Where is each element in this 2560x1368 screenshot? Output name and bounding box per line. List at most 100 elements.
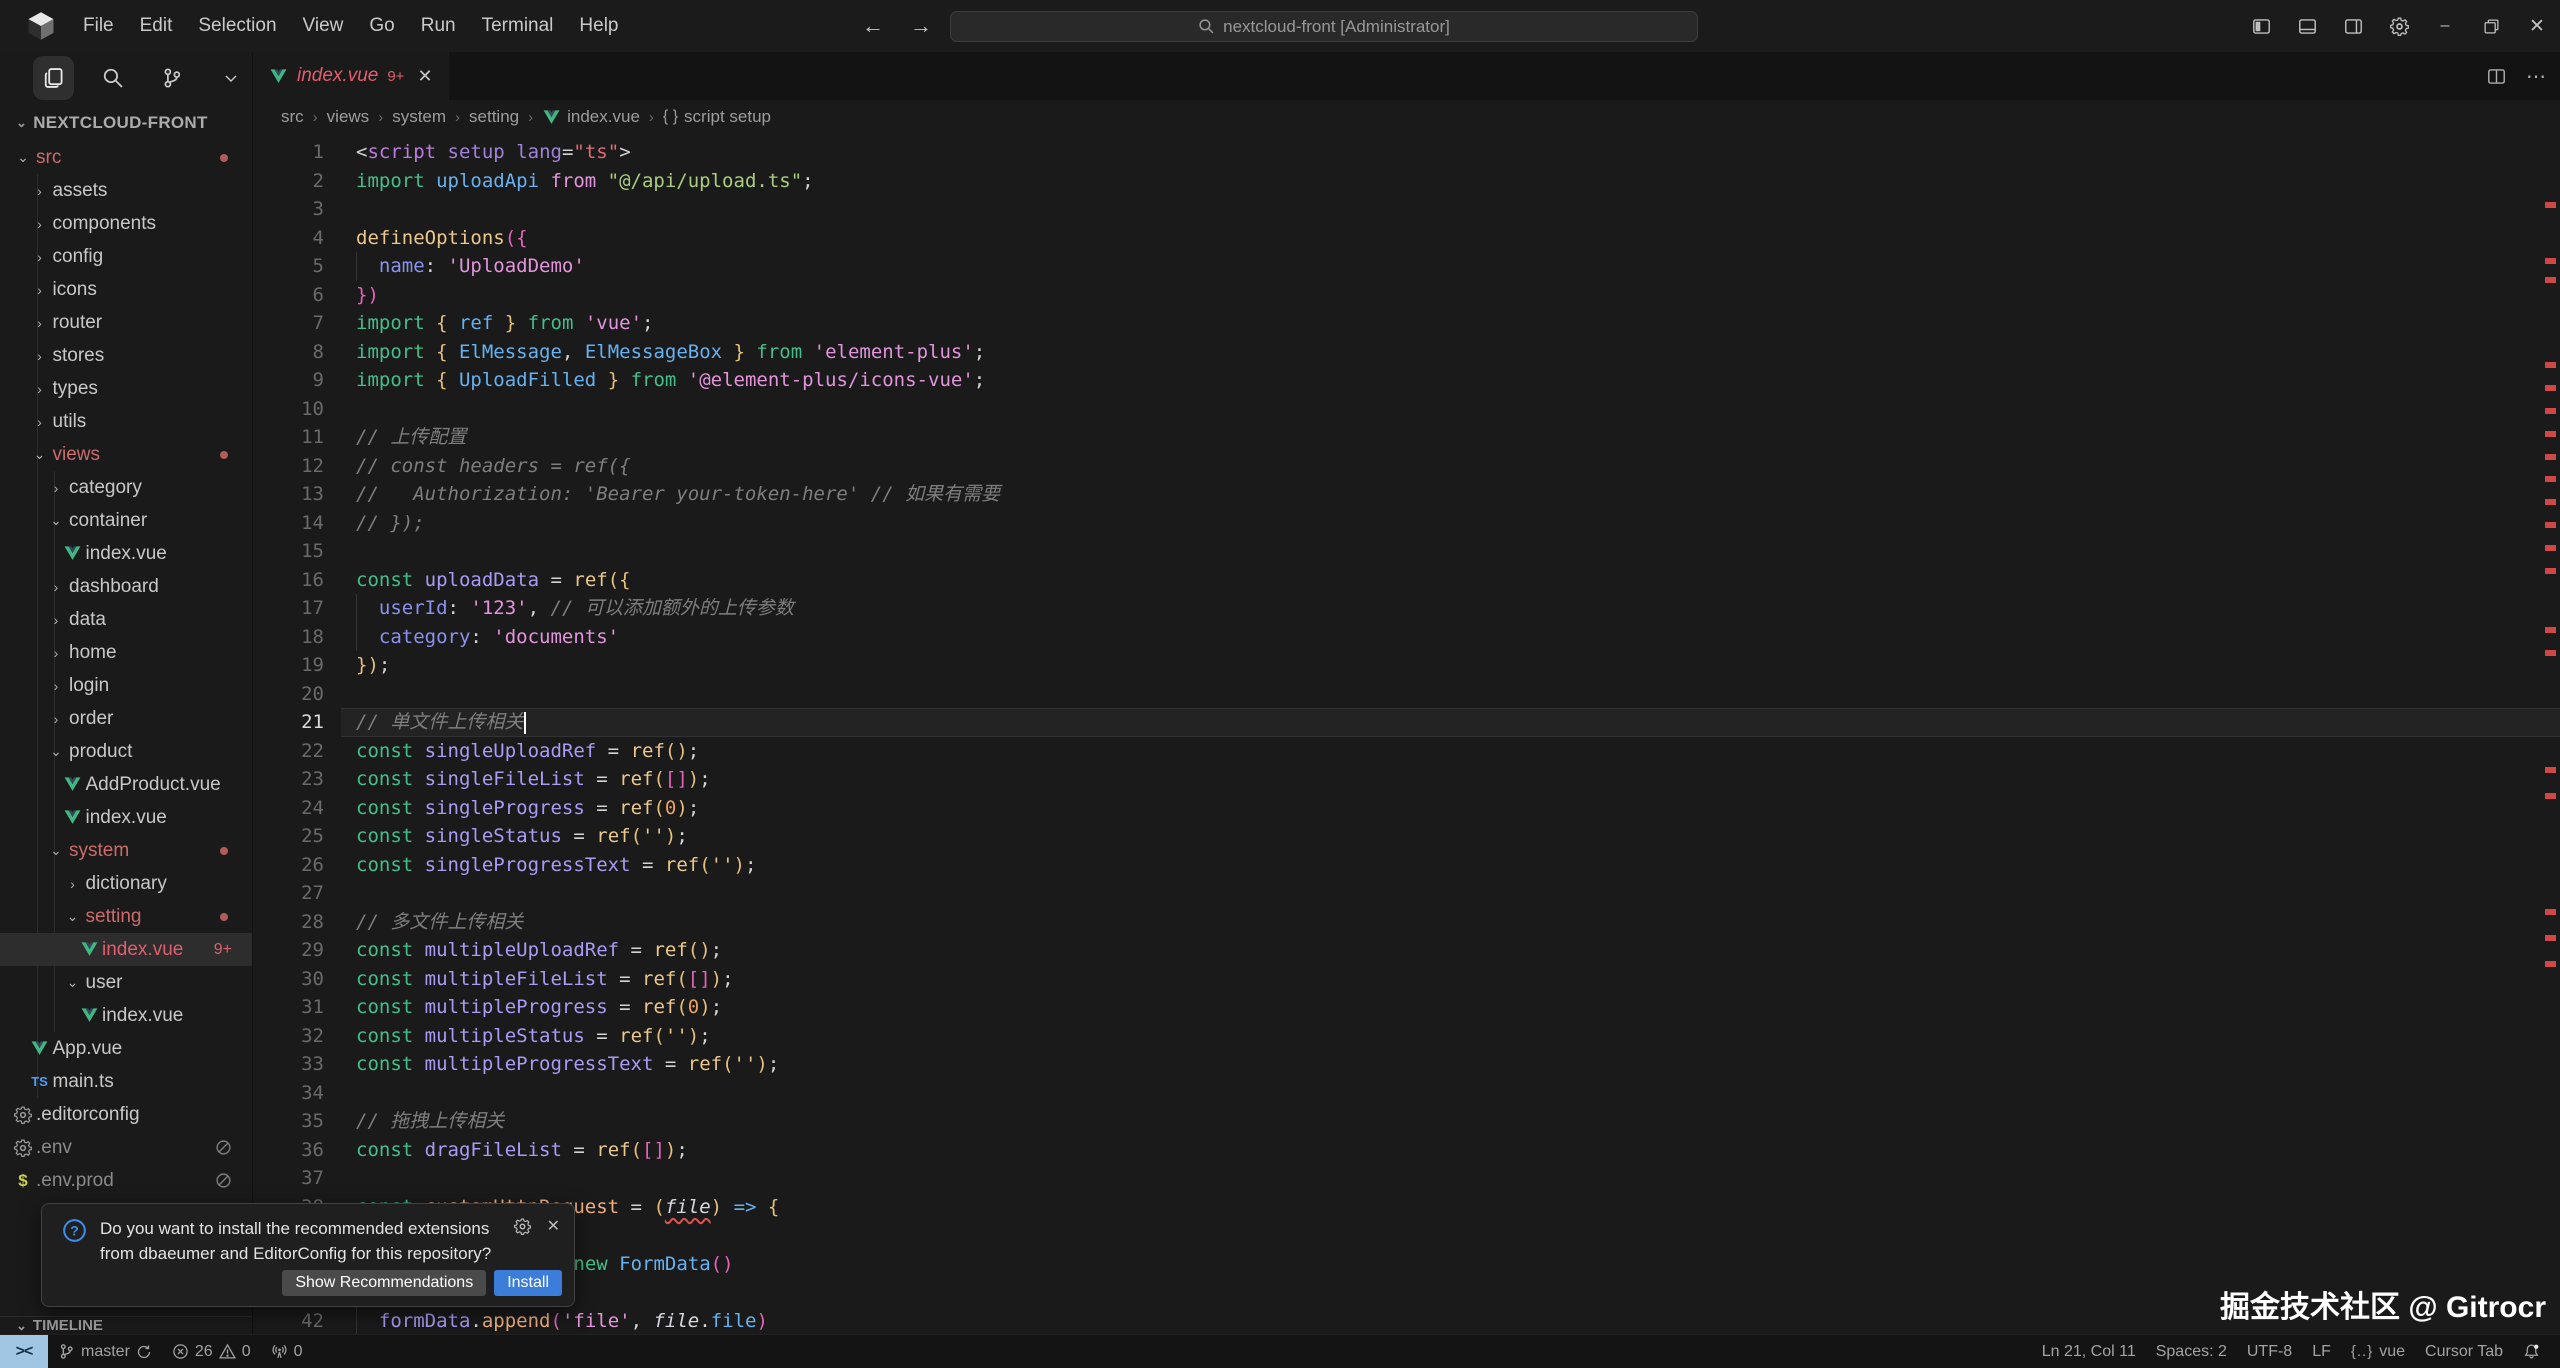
code-line-22[interactable]: 22const singleUploadRef = ref(); xyxy=(253,737,2560,766)
breadcrumb-item-index-vue[interactable]: index.vue xyxy=(542,107,640,127)
code-line-26[interactable]: 26const singleProgressText = ref(''); xyxy=(253,851,2560,880)
tree-item-stores[interactable]: ›stores xyxy=(0,339,252,372)
tree-item-types[interactable]: ›types xyxy=(0,372,252,405)
timeline-section-header[interactable]: ⌄ TIMELINE xyxy=(0,1316,252,1334)
tree-item-icons[interactable]: ›icons xyxy=(0,273,252,306)
tree-item-router[interactable]: ›router xyxy=(0,306,252,339)
split-editor-icon[interactable] xyxy=(2487,67,2506,86)
code-line-30[interactable]: 30const multipleFileList = ref([]); xyxy=(253,965,2560,994)
tree-item-home[interactable]: ›home xyxy=(0,636,252,669)
code-line-34[interactable]: 34 xyxy=(253,1079,2560,1108)
tree-item-src[interactable]: ⌄src xyxy=(0,141,252,174)
source-control-icon[interactable] xyxy=(152,56,193,100)
code-line-28[interactable]: 28// 多文件上传相关 xyxy=(253,908,2560,937)
code-line-16[interactable]: 16const uploadData = ref({ xyxy=(253,566,2560,595)
code-line-12[interactable]: 12// const headers = ref({ xyxy=(253,452,2560,481)
menu-view[interactable]: View xyxy=(290,9,357,43)
tree-item-main-ts[interactable]: TSmain.ts xyxy=(0,1065,252,1098)
menu-selection[interactable]: Selection xyxy=(185,9,289,43)
code-line-32[interactable]: 32const multipleStatus = ref(''); xyxy=(253,1022,2560,1051)
statusbar-encoding[interactable]: UTF-8 xyxy=(2237,1335,2302,1368)
breadcrumb-item-script-setup[interactable]: { }script setup xyxy=(663,107,771,127)
notification-gear-icon[interactable] xyxy=(514,1218,531,1235)
minimize-button[interactable]: – xyxy=(2422,0,2468,52)
tree-item-system[interactable]: ⌄system xyxy=(0,834,252,867)
code-line-27[interactable]: 27 xyxy=(253,879,2560,908)
breadcrumb-item-setting[interactable]: setting xyxy=(469,107,519,127)
code-line-5[interactable]: 5 name: 'UploadDemo' xyxy=(253,252,2560,281)
statusbar-eol[interactable]: LF xyxy=(2302,1335,2341,1368)
menu-terminal[interactable]: Terminal xyxy=(469,9,567,43)
code-line-9[interactable]: 9import { UploadFilled } from '@element-… xyxy=(253,366,2560,395)
more-actions-icon[interactable]: ⋯ xyxy=(2526,64,2546,89)
code-line-18[interactable]: 18 category: 'documents' xyxy=(253,623,2560,652)
tree-item-dictionary[interactable]: ›dictionary xyxy=(0,867,252,900)
search-icon[interactable] xyxy=(92,56,133,100)
tree-item-category[interactable]: ›category xyxy=(0,471,252,504)
statusbar-cursor-position[interactable]: Ln 21, Col 11 xyxy=(2032,1335,2146,1368)
statusbar-indentation[interactable]: Spaces: 2 xyxy=(2146,1335,2237,1368)
code-line-33[interactable]: 33const multipleProgressText = ref(''); xyxy=(253,1050,2560,1079)
tree-item-dashboard[interactable]: ›dashboard xyxy=(0,570,252,603)
tree-item-assets[interactable]: ›assets xyxy=(0,174,252,207)
restore-button[interactable] xyxy=(2468,0,2514,52)
code-line-25[interactable]: 25const singleStatus = ref(''); xyxy=(253,822,2560,851)
explorer-root-header[interactable]: ⌄ NEXTCLOUD-FRONT xyxy=(0,104,252,141)
breadcrumb-item-views[interactable]: views xyxy=(327,107,370,127)
files-icon[interactable] xyxy=(33,56,74,100)
notification-close-icon[interactable]: ✕ xyxy=(547,1216,560,1236)
code-line-35[interactable]: 35// 拖拽上传相关 xyxy=(253,1107,2560,1136)
tree-item-setting[interactable]: ⌄setting xyxy=(0,900,252,933)
code-line-17[interactable]: 17 userId: '123', // 可以添加额外的上传参数 xyxy=(253,594,2560,623)
menu-file[interactable]: File xyxy=(70,9,127,43)
command-center-search[interactable]: nextcloud-front [Administrator] xyxy=(950,11,1698,42)
nav-back-button[interactable]: ← xyxy=(856,13,890,39)
code-line-19[interactable]: 19}); xyxy=(253,651,2560,680)
code-line-1[interactable]: 1<script setup lang="ts"> xyxy=(253,138,2560,167)
statusbar-ports[interactable]: 0 xyxy=(261,1335,313,1368)
tree-item-index-vue[interactable]: index.vue xyxy=(0,801,252,834)
close-button[interactable]: ✕ xyxy=(2514,0,2560,52)
toggle-primary-sidebar-icon[interactable] xyxy=(2238,0,2284,52)
tree-item--env-prod[interactable]: $.env.prod xyxy=(0,1164,252,1197)
code-line-38[interactable]: 38const customHttpRequest = (file) => { xyxy=(253,1193,2560,1222)
code-line-41[interactable]: 41 xyxy=(253,1278,2560,1307)
code-line-10[interactable]: 10 xyxy=(253,395,2560,424)
code-line-4[interactable]: 4defineOptions({ xyxy=(253,224,2560,253)
code-line-8[interactable]: 8import { ElMessage, ElMessageBox } from… xyxy=(253,338,2560,367)
code-line-20[interactable]: 20 xyxy=(253,680,2560,709)
code-line-39[interactable]: 39 console.log(file) xyxy=(253,1221,2560,1250)
code-line-31[interactable]: 31const multipleProgress = ref(0); xyxy=(253,993,2560,1022)
show-recommendations-button[interactable]: Show Recommendations xyxy=(282,1270,486,1296)
breadcrumb-item-src[interactable]: src xyxy=(281,107,304,127)
tree-item-product[interactable]: ⌄product xyxy=(0,735,252,768)
breadcrumb-item-system[interactable]: system xyxy=(392,107,446,127)
code-line-3[interactable]: 3 xyxy=(253,195,2560,224)
code-line-21[interactable]: 21// 单文件上传相关 xyxy=(253,708,2560,737)
statusbar-language-mode[interactable]: {..}vue xyxy=(2341,1335,2415,1368)
code-line-11[interactable]: 11// 上传配置 xyxy=(253,423,2560,452)
menu-run[interactable]: Run xyxy=(408,9,469,43)
tree-item-AddProduct-vue[interactable]: AddProduct.vue xyxy=(0,768,252,801)
nav-forward-button[interactable]: → xyxy=(904,13,938,39)
tree-item-config[interactable]: ›config xyxy=(0,240,252,273)
statusbar-git-branch[interactable]: master xyxy=(48,1335,162,1368)
tab-close-icon[interactable]: ✕ xyxy=(417,66,432,87)
tree-item--editorconfig[interactable]: .editorconfig xyxy=(0,1098,252,1131)
code-line-15[interactable]: 15 xyxy=(253,537,2560,566)
code-line-36[interactable]: 36const dragFileList = ref([]); xyxy=(253,1136,2560,1165)
tree-item-order[interactable]: ›order xyxy=(0,702,252,735)
tree-item--env[interactable]: .env xyxy=(0,1131,252,1164)
tree-item-container[interactable]: ⌄container xyxy=(0,504,252,537)
toggle-secondary-sidebar-icon[interactable] xyxy=(2330,0,2376,52)
menu-go[interactable]: Go xyxy=(356,9,407,43)
code-line-23[interactable]: 23const singleFileList = ref([]); xyxy=(253,765,2560,794)
tree-item-utils[interactable]: ›utils xyxy=(0,405,252,438)
tree-item-views[interactable]: ⌄views xyxy=(0,438,252,471)
menu-edit[interactable]: Edit xyxy=(127,9,186,43)
statusbar-remote-indicator[interactable]: >< xyxy=(0,1335,48,1368)
tree-item-index-vue[interactable]: index.vue xyxy=(0,537,252,570)
tree-item-index-vue[interactable]: index.vue9+ xyxy=(0,933,252,966)
toggle-panel-icon[interactable] xyxy=(2284,0,2330,52)
code-line-13[interactable]: 13// Authorization: 'Bearer your-token-h… xyxy=(253,480,2560,509)
